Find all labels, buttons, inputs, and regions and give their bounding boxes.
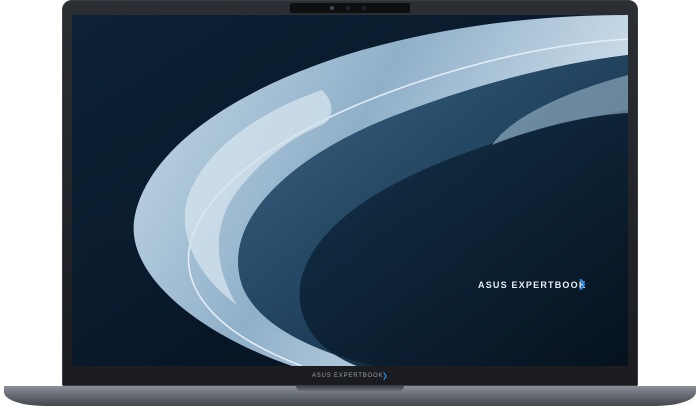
webcam-light-icon (362, 6, 366, 10)
hinge-notch (296, 386, 404, 391)
screen-brand-logo: ASUS EXPERTBOOK (478, 280, 587, 290)
wallpaper-art (72, 15, 628, 366)
screen-wallpaper (72, 15, 628, 366)
webcam-icon (330, 6, 334, 10)
webcam-sensor-icon (346, 6, 350, 10)
webcam-bar (290, 3, 410, 13)
bezel-chevron-icon: ❯ (382, 373, 388, 380)
laptop-product-photo: ASUS EXPERTBOOK ❯ ASUS EXPERTBOOK ❯ (0, 0, 700, 414)
bezel-brand-logo: ASUS EXPERTBOOK (312, 373, 384, 379)
chevron-right-icon: ❯ (578, 279, 587, 290)
